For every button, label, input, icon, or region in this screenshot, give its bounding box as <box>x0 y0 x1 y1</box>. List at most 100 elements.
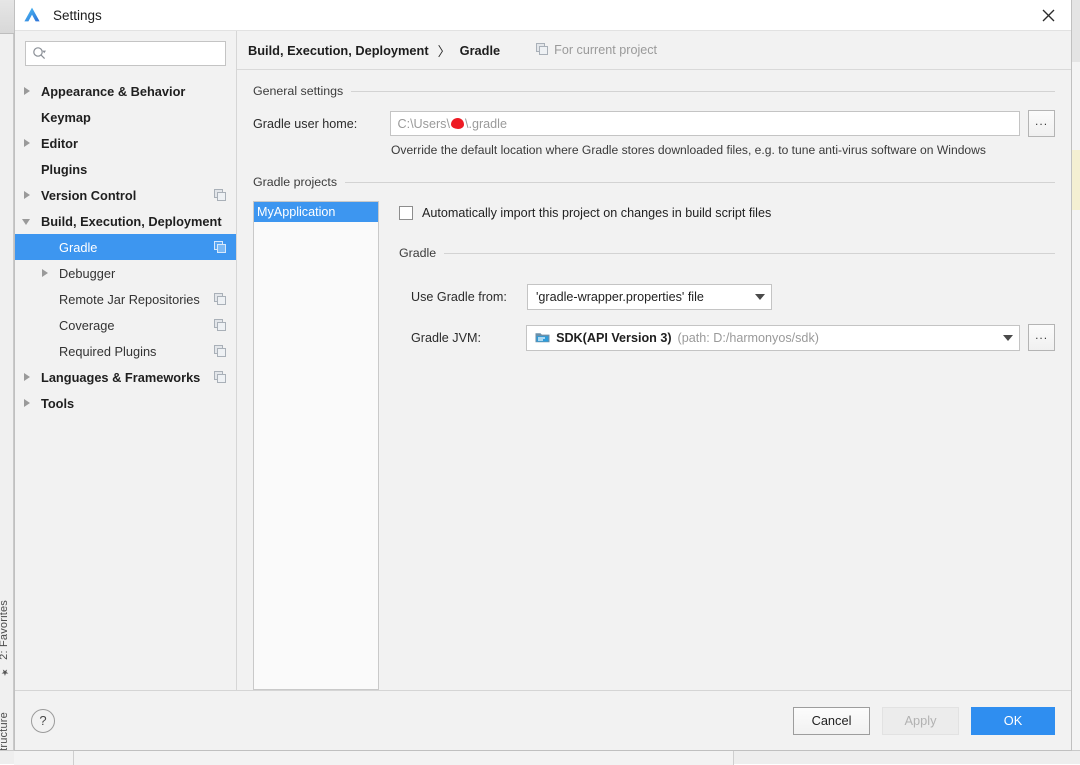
sidebar-item-tools[interactable]: Tools <box>15 390 236 416</box>
sidebar-item-label: Editor <box>41 136 78 151</box>
use-gradle-from-row: Use Gradle from: 'gradle-wrapper.propert… <box>411 284 1055 310</box>
sidebar-item-label: Keymap <box>41 110 91 125</box>
gradle-subgroup: Gradle Use Gradle from: 'gradle-wrapper.… <box>399 246 1055 351</box>
auto-import-checkbox[interactable] <box>399 206 413 220</box>
gradle-user-home-value-suffix: \.gradle <box>465 117 507 131</box>
copy-icon <box>214 189 226 201</box>
gradle-user-home-value-prefix: C:\Users\ <box>397 117 449 131</box>
gradle-jvm-path: (path: D:/harmonyos/sdk) <box>678 331 819 345</box>
chevron-right-icon <box>21 136 35 150</box>
sidebar-item-keymap[interactable]: Keymap <box>15 104 236 130</box>
general-settings-group-header: General settings <box>253 84 1055 98</box>
tree-spacer <box>21 162 35 176</box>
chevron-down-icon <box>21 214 35 228</box>
chevron-down-icon <box>755 294 765 300</box>
toolwindow-favorites[interactable]: ★ 2: Favorites <box>0 600 10 676</box>
search-icon <box>32 46 47 61</box>
project-list-item[interactable]: MyApplication <box>254 202 378 222</box>
gradle-projects-label: Gradle projects <box>253 175 337 189</box>
tree-spacer <box>39 292 53 306</box>
cancel-button[interactable]: Cancel <box>793 707 870 735</box>
auto-import-row[interactable]: Automatically import this project on cha… <box>399 206 1055 220</box>
sidebar-item-plugins[interactable]: Plugins <box>15 156 236 182</box>
gradle-user-home-label: Gradle user home: <box>253 117 390 131</box>
copy-icon <box>214 371 226 383</box>
group-divider <box>345 182 1055 183</box>
gradle-subgroup-header: Gradle <box>399 246 1055 260</box>
gradle-subgroup-body: Use Gradle from: 'gradle-wrapper.propert… <box>399 272 1055 351</box>
sidebar-item-label: Coverage <box>59 318 115 333</box>
ok-button[interactable]: OK <box>971 707 1055 735</box>
chevron-right-icon <box>39 266 53 280</box>
sidebar-item-appearance-behavior[interactable]: Appearance & Behavior <box>15 78 236 104</box>
close-icon[interactable] <box>1025 0 1071 31</box>
settings-tree: Appearance & Behavior Keymap Editor Plugins… <box>15 76 236 690</box>
dialog-titlebar: Settings <box>15 0 1071 31</box>
gradle-user-home-browse-button[interactable]: ... <box>1028 110 1055 137</box>
gradle-user-home-hint: Override the default location where Grad… <box>391 143 1055 157</box>
sidebar-item-label: Gradle <box>59 240 97 255</box>
gradle-projects-area: MyApplication Automatically import this … <box>253 201 1055 690</box>
sidebar-item-version-control[interactable]: Version Control <box>15 182 236 208</box>
gradle-jvm-row: Gradle JVM: <box>411 324 1055 351</box>
sidebar-item-coverage[interactable]: Coverage <box>15 312 236 338</box>
gradle-jvm-label: Gradle JVM: <box>411 331 526 345</box>
sidebar-item-label: Required Plugins <box>59 344 156 359</box>
gradle-project-list[interactable]: MyApplication <box>253 201 379 690</box>
ide-left-strip-top <box>0 0 14 34</box>
toolwindow-favorites-label: 2: Favorites <box>0 600 10 660</box>
sidebar-item-required-plugins[interactable]: Required Plugins <box>15 338 236 364</box>
sidebar-item-debugger[interactable]: Debugger <box>15 260 236 286</box>
sidebar-item-label: Tools <box>41 396 74 411</box>
ide-status-seg-1 <box>14 751 74 765</box>
gradle-projects-group-header: Gradle projects <box>253 175 1055 189</box>
sidebar-item-build-execution-deployment[interactable]: Build, Execution, Deployment <box>15 208 236 234</box>
chevron-right-icon <box>21 396 35 410</box>
settings-content: Build, Execution, Deployment 〉 Gradle Fo… <box>237 31 1071 690</box>
settings-sidebar: Appearance & Behavior Keymap Editor Plugins… <box>15 31 237 690</box>
gradle-jvm-browse-button[interactable]: ... <box>1028 324 1055 351</box>
tree-spacer <box>21 110 35 124</box>
sdk-folder-icon <box>535 331 550 344</box>
general-settings-label: General settings <box>253 84 343 98</box>
settings-dialog: Settings <box>14 0 1072 751</box>
dialog-body: Appearance & Behavior Keymap Editor Plugins… <box>15 31 1071 690</box>
tree-spacer <box>39 344 53 358</box>
sidebar-item-label: Version Control <box>41 188 136 203</box>
sidebar-item-label: Plugins <box>41 162 87 177</box>
use-gradle-from-select[interactable]: 'gradle-wrapper.properties' file <box>527 284 772 310</box>
gradle-user-home-input[interactable]: C:\Users\ \.gradle <box>390 111 1020 136</box>
breadcrumb-current: Gradle <box>460 43 501 58</box>
gradle-project-detail: Automatically import this project on cha… <box>379 201 1055 690</box>
sidebar-item-languages-frameworks[interactable]: Languages & Frameworks <box>15 364 236 390</box>
deveco-logo-icon <box>15 5 42 25</box>
tree-spacer <box>39 318 53 332</box>
gradle-subgroup-label: Gradle <box>399 246 436 260</box>
copy-icon <box>214 241 226 253</box>
search-input[interactable] <box>47 42 225 65</box>
sidebar-item-label: Languages & Frameworks <box>41 370 200 385</box>
ide-right-band-highlight <box>1071 150 1080 210</box>
chevron-right-icon <box>21 84 35 98</box>
chevron-right-icon <box>21 188 35 202</box>
gradle-settings-panel: General settings Gradle user home: C:\Us… <box>237 70 1071 690</box>
ide-status-bar <box>0 750 1080 764</box>
auto-import-label: Automatically import this project on cha… <box>422 206 771 220</box>
gradle-jvm-select[interactable]: SDK(API Version 3) (path: D:/harmonyos/s… <box>526 325 1020 351</box>
gradle-jvm-value: SDK(API Version 3) <box>556 331 671 345</box>
scope-badge: For current project <box>536 43 657 58</box>
copy-icon <box>214 319 226 331</box>
chevron-right-icon <box>21 370 35 384</box>
help-button[interactable]: ? <box>31 709 55 733</box>
dialog-footer: ? Cancel Apply OK <box>15 690 1071 750</box>
sidebar-item-editor[interactable]: Editor <box>15 130 236 156</box>
breadcrumb: Build, Execution, Deployment 〉 Gradle Fo… <box>237 31 1071 70</box>
breadcrumb-parent[interactable]: Build, Execution, Deployment <box>248 43 429 58</box>
use-gradle-from-value: 'gradle-wrapper.properties' file <box>536 290 704 304</box>
sidebar-item-gradle[interactable]: Gradle <box>15 234 236 260</box>
scope-label: For current project <box>554 43 657 57</box>
copy-icon <box>214 293 226 305</box>
search-box[interactable] <box>25 41 226 66</box>
sidebar-item-remote-jar-repositories[interactable]: Remote Jar Repositories <box>15 286 236 312</box>
ide-right-band-top <box>1071 0 1080 62</box>
